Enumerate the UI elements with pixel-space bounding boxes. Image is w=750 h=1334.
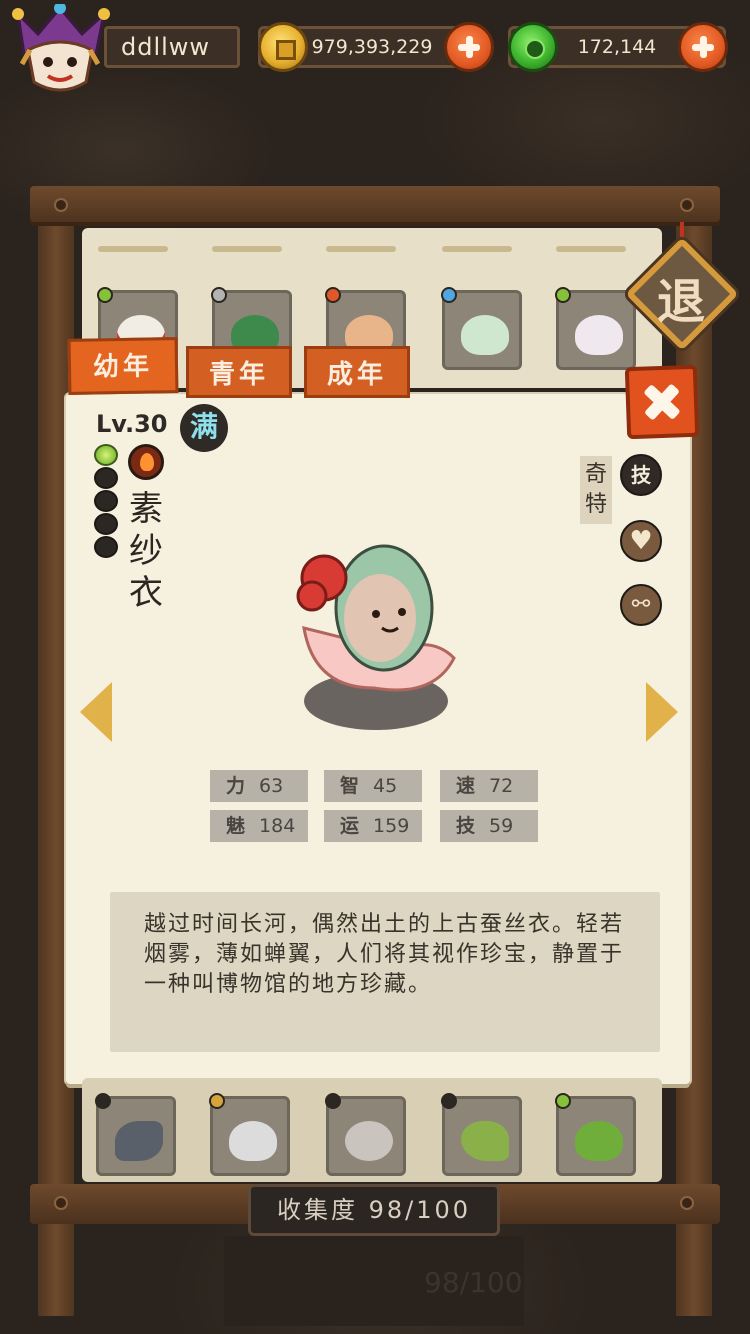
creature-name: 素 纱 衣 (124, 488, 168, 614)
rarity-dot (97, 287, 113, 303)
rarity-dot (441, 287, 457, 303)
stat-key: 智 (340, 775, 360, 797)
player-name: ddllww (104, 26, 240, 68)
rarity-dot (555, 287, 571, 303)
stat-value: 159 (373, 815, 410, 837)
full-badge: 满 (180, 404, 228, 452)
previous-arrow-icon[interactable] (80, 682, 112, 742)
bud-creature-icon (575, 1121, 623, 1161)
tab-child[interactable]: 幼年 (67, 337, 179, 395)
stat-key: 魅 (226, 815, 246, 837)
avatar[interactable] (8, 4, 112, 96)
stat-skill: 技 59 (440, 810, 538, 842)
stat-value: 45 (373, 775, 398, 797)
nail-icon (680, 1196, 694, 1210)
star-icon (94, 513, 118, 535)
stat-key: 运 (340, 815, 360, 837)
creature-illustration (296, 544, 456, 692)
stat-strength: 力 63 (210, 770, 308, 802)
nail-icon (54, 1196, 68, 1210)
gold-coin-icon (258, 22, 308, 72)
stat-value: 59 (489, 815, 514, 837)
rarity-dot (209, 1093, 225, 1109)
collection-progress: 收集度 98/100 (248, 1184, 500, 1236)
close-button[interactable] (624, 364, 700, 440)
heart-icon[interactable] (620, 520, 662, 562)
star-rating (94, 444, 122, 559)
creature-level: Lv.30 (96, 410, 168, 438)
shelf-divider (326, 246, 396, 252)
stat-value: 72 (489, 775, 514, 797)
collection-tile[interactable] (555, 1093, 636, 1176)
frame-top-beam (30, 186, 720, 226)
creature-name-char: 素 (129, 489, 163, 529)
shelf-divider (556, 246, 626, 252)
skill-button[interactable]: 技 (620, 454, 662, 496)
rarity-dot (95, 1093, 111, 1109)
nail-icon (54, 198, 68, 212)
shelf-divider (442, 246, 512, 252)
tab-adult[interactable]: 成年 (304, 346, 410, 398)
tab-youth[interactable]: 青年 (186, 346, 292, 398)
collection-tile[interactable] (209, 1093, 290, 1176)
collection-ghost: 98/100 (224, 1236, 524, 1326)
creature-name-char: 衣 (129, 573, 163, 613)
collection-ghost-value: 98/100 (424, 1266, 523, 1299)
rarity-dot (555, 1093, 571, 1109)
creature-name-char: 纱 (129, 531, 163, 571)
add-jade-button[interactable] (678, 22, 728, 72)
stat-key: 力 (226, 775, 246, 797)
nail-icon (680, 198, 694, 212)
exit-button[interactable]: 退 (625, 237, 739, 351)
stat-value: 63 (259, 775, 284, 797)
moon-creature-icon (345, 1121, 393, 1161)
rarity-dot (325, 1093, 341, 1109)
rabbit-creature-icon (229, 1121, 277, 1161)
star-icon (94, 467, 118, 489)
shelf-divider (212, 246, 282, 252)
exit-label: 退 (656, 274, 705, 330)
add-gold-button[interactable] (444, 22, 494, 72)
collection-tile[interactable] (95, 1093, 176, 1176)
rarity-dot (211, 287, 227, 303)
stat-value: 184 (259, 815, 296, 837)
stat-charm: 魅 184 (210, 810, 308, 842)
collection-value: 98/100 (368, 1196, 472, 1224)
fire-element-icon (128, 444, 164, 480)
stat-key: 速 (456, 775, 476, 797)
star-icon (94, 536, 118, 558)
stat-luck: 运 159 (324, 810, 422, 842)
collection-tile[interactable] (441, 1093, 522, 1176)
star-icon (94, 444, 118, 466)
collection-tile[interactable] (555, 287, 636, 370)
rarity-dot (441, 1093, 457, 1109)
top-bar: ddllww 979,393,229 172,144 (0, 0, 750, 92)
stat-key: 技 (456, 815, 476, 837)
collection-tile[interactable] (441, 287, 522, 370)
fish-creature-icon (115, 1121, 163, 1161)
collection-label: 收集度 (276, 1196, 358, 1224)
collection-tile[interactable] (325, 1093, 406, 1176)
creature-description: 越过时间长河，偶然出土的上古蚕丝衣。轻若烟雾，薄如蝉翼，人们将其视作珍宝，静置于… (144, 912, 625, 997)
stat-speed: 速 72 (440, 770, 538, 802)
trait-tag: 奇特 (580, 456, 612, 524)
carrot-creature-icon (461, 1121, 509, 1161)
next-arrow-icon[interactable] (646, 682, 678, 742)
star-icon (94, 490, 118, 512)
cat-creature-icon (575, 315, 623, 355)
rarity-dot (325, 287, 341, 303)
slug-creature-icon (461, 315, 509, 355)
jade-coin-icon (508, 22, 558, 72)
stat-intelligence: 智 45 (324, 770, 422, 802)
shelf-divider (98, 246, 168, 252)
share-icon[interactable] (620, 584, 662, 626)
